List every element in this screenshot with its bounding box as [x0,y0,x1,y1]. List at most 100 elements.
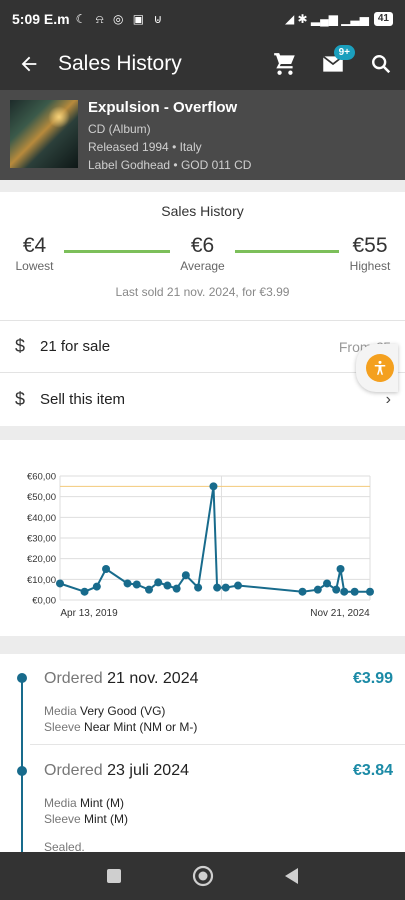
summary-heading: Sales History [161,203,244,219]
cart-icon[interactable] [261,51,309,77]
x-tick-label: Apr 13, 2019 [60,608,118,619]
order-note: Sealed. [44,840,85,852]
data-point [298,587,307,596]
y-tick-label: €40,00 [27,513,56,524]
data-point [313,585,322,594]
status-bar: 5:09 E.m ☾ ⍾ ◎ ▣ ⊍ ◢ ✱ ▂▄▆ ▁▃▅ 41 [0,0,405,38]
sleeve-grade: Near Mint (NM or M-) [84,720,198,734]
y-tick-label: €20,00 [27,554,56,565]
data-point [332,585,341,594]
order-date: 21 nov. 2024 [107,670,199,687]
data-point [80,587,89,596]
media-grade: Mint (M) [80,796,125,810]
highest-stat: €55 Highest [344,234,396,273]
y-tick-label: €50,00 [27,492,56,503]
order-sleeve: Sleeve Mint (M) [44,812,128,826]
release-info: Expulsion - Overflow CD (Album) Released… [88,99,251,174]
status-notification-icons: ☾ ⍾ ◎ ▣ ⊍ [75,11,166,26]
for-sale-row[interactable]: $ 21 for sale From €5 [0,320,405,372]
order-history: Ordered 21 nov. 2024 €3.99 Media Very Go… [0,654,405,852]
sales-summary: Sales History €4 Lowest €6 Average €55 H… [0,192,405,320]
sleeve-label: Sleeve [44,812,81,826]
order-date: 23 juli 2024 [107,762,189,779]
back-arrow-icon[interactable] [0,53,58,75]
highest-value: €55 [352,234,388,257]
order-prefix: Ordered [44,670,103,687]
series-line [59,486,370,593]
recents-icon[interactable] [106,868,122,884]
order-media: Media Mint (M) [44,796,124,810]
data-point [181,571,190,580]
for-sale-label: 21 for sale [40,338,111,355]
data-point [340,587,349,596]
data-point [172,584,181,593]
media-label: Media [44,796,77,810]
order-heading: Ordered 23 juli 2024 [44,762,189,780]
price-history-chart: €60,00 €50,00 €40,00 €30,00 €20,00 €10,00 €0,0… [27,472,374,619]
album-cover [10,100,78,168]
release-header[interactable]: Expulsion - Overflow CD (Album) Released… [0,90,405,180]
accessibility-button[interactable] [356,344,398,392]
average-stat: €6 Average [175,234,230,273]
chevron-right-icon: › [385,390,391,408]
app-bar: Sales History 9+ [0,38,405,90]
x-tick-label: Nov 21, 2024 [310,608,370,619]
y-tick-label: €0,00 [32,596,56,607]
mail-icon[interactable]: 9+ [309,45,357,77]
y-tick-label: €30,00 [27,534,56,545]
data-point [323,579,332,588]
average-label: Average [180,259,225,273]
data-point [336,565,345,573]
home-icon[interactable] [192,865,214,887]
timeline-dot [17,766,27,776]
status-time: 5:09 E.m [12,11,70,27]
data-point [194,583,203,592]
data-point [234,581,243,590]
data-point [56,579,64,588]
lowest-value: €4 [22,234,47,257]
data-point [366,587,374,596]
status-right: ◢ ✱ ▂▄▆ ▁▃▅ 41 [285,12,393,26]
timeline-line [21,674,23,852]
order-price: €3.99 [352,670,393,687]
release-date-country: Released 1994 • Italy [88,140,202,154]
lowest-stat: €4 Lowest [12,234,57,273]
media-label: Media [44,704,77,718]
data-point [154,578,163,587]
order-sleeve: Sleeve Near Mint (NM or M-) [44,720,197,734]
release-title: Expulsion - Overflow [88,99,238,116]
timeline-dot [17,673,27,683]
release-label: Label Godhead • GOD 011 CD [88,158,252,172]
data-point [123,579,132,588]
data-point [209,482,218,491]
highest-label: Highest [349,259,391,273]
dollar-icon: $ [14,389,25,409]
data-point [145,585,154,594]
last-sold-text: Last sold 21 nov. 2024, for €3.99 [115,285,290,299]
y-tick-label: €60,00 [27,472,56,483]
messages-badge: 9+ [333,45,355,60]
order-heading: Ordered 21 nov. 2024 [44,670,199,688]
sell-item-label: Sell this item [40,391,126,408]
search-icon[interactable] [357,53,405,75]
sell-item-row[interactable]: $ Sell this item › [0,372,405,426]
price-chart-card: €60,00 €50,00 €40,00 €30,00 €20,00 €10,00 €0,0… [0,440,405,636]
data-point [350,587,359,596]
back-triangle-icon[interactable] [284,867,300,885]
page-title: Sales History [58,52,182,75]
data-point [92,582,101,591]
order-prefix: Ordered [44,762,103,779]
data-point [102,565,111,573]
average-value: €6 [190,234,215,257]
sleeve-grade: Mint (M) [84,812,129,826]
dollar-icon: $ [14,336,25,356]
data-point [221,583,230,592]
media-grade: Very Good (VG) [80,704,166,718]
y-tick-label: €10,00 [27,575,56,586]
divider [30,744,405,745]
sleeve-label: Sleeve [44,720,81,734]
accessibility-icon [366,354,394,382]
range-bar-left [64,250,170,253]
data-point [132,580,141,589]
order-price: €3.84 [352,762,393,779]
